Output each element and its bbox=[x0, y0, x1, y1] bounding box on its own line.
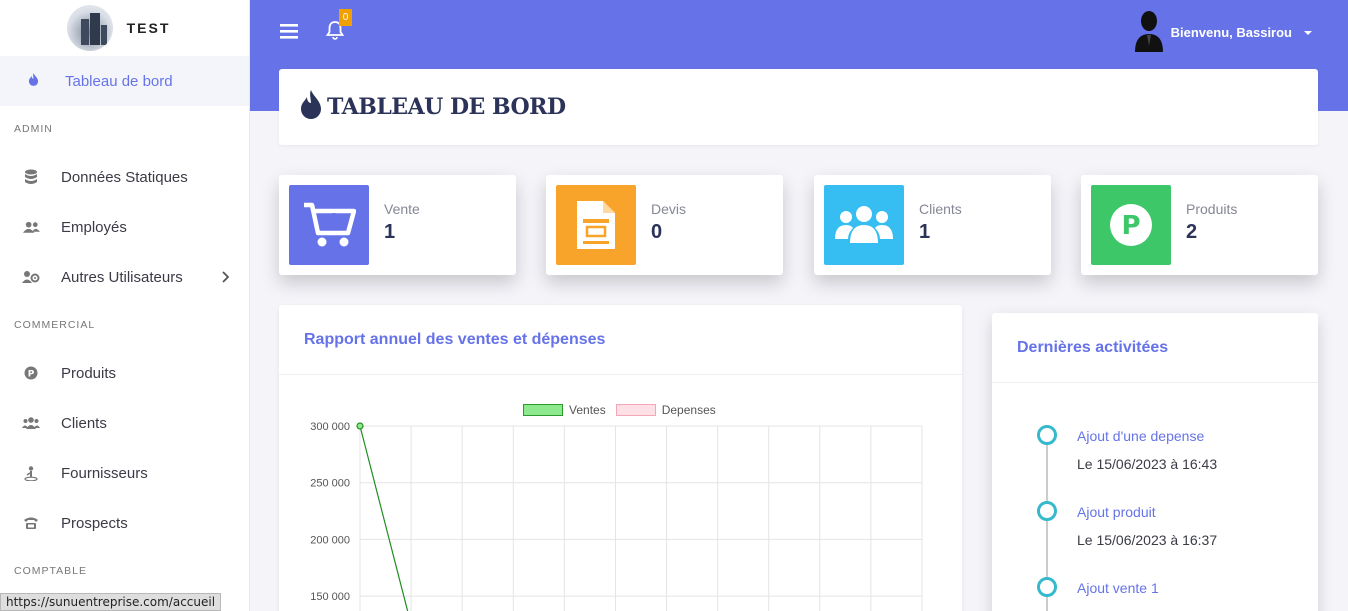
building-logo-icon bbox=[66, 5, 113, 51]
section-title-comptable: COMPTABLE bbox=[14, 565, 87, 577]
chart-title: Rapport annuel des ventes et dépenses bbox=[279, 305, 962, 375]
sidebar: TEST Tableau de bord ADMIN Données Stati… bbox=[0, 0, 250, 611]
timeline-dot-icon bbox=[1037, 425, 1057, 445]
y-tick-label: 300 000 bbox=[310, 421, 350, 433]
stat-value: 1 bbox=[919, 221, 931, 243]
stat-label: Vente bbox=[384, 201, 420, 217]
sidebar-item-label: Tableau de bord bbox=[65, 72, 173, 90]
stat-card-clients[interactable]: Clients 1 bbox=[814, 175, 1051, 275]
sidebar-item-label: Prospects bbox=[61, 514, 128, 532]
users-icon bbox=[22, 221, 40, 234]
users-cog-icon bbox=[22, 270, 40, 284]
sidebar-item-label: Fournisseurs bbox=[61, 464, 148, 482]
brand[interactable]: TEST bbox=[0, 0, 249, 56]
sidebar-item-prospects[interactable]: Prospects bbox=[0, 498, 249, 548]
cart-download-icon bbox=[289, 185, 369, 265]
sidebar-item-label: Autres Utilisateurs bbox=[61, 268, 183, 286]
stat-label: Devis bbox=[651, 201, 687, 217]
database-icon bbox=[22, 169, 40, 185]
status-bar-url: https://sunuentreprise.com/accueil bbox=[0, 593, 222, 611]
stat-label: Produits bbox=[1186, 201, 1238, 217]
activity-title[interactable]: Ajout produit bbox=[1077, 504, 1156, 520]
data-point-ventes bbox=[356, 422, 364, 430]
user-menu[interactable]: Bienvenu, Bassirou bbox=[1134, 10, 1312, 55]
timeline-dot-icon bbox=[1037, 577, 1057, 597]
sidebar-item-produits[interactable]: P Produits bbox=[0, 348, 249, 398]
stat-card-devis[interactable]: Devis 0 bbox=[546, 175, 783, 275]
stat-value: 2 bbox=[1186, 221, 1198, 243]
chevron-right-icon[interactable] bbox=[221, 270, 230, 287]
user-greeting: Bienvenu, Bassirou bbox=[1170, 25, 1292, 40]
users-group-icon bbox=[22, 416, 40, 430]
sidebar-item-tableau-de-bord[interactable]: Tableau de bord bbox=[0, 56, 249, 106]
product-p-icon: P bbox=[22, 366, 40, 380]
y-tick-label: 250 000 bbox=[310, 478, 350, 490]
users-group-icon bbox=[824, 185, 904, 265]
annual-report-chart-card: Rapport annuel des ventes et dépenses Ve… bbox=[279, 305, 962, 611]
section-title-commercial: COMMERCIAL bbox=[14, 319, 96, 331]
section-title-admin: ADMIN bbox=[14, 123, 53, 135]
series-line-ventes bbox=[359, 425, 409, 611]
sidebar-item-clients[interactable]: Clients bbox=[0, 398, 249, 448]
file-invoice-icon bbox=[556, 185, 636, 265]
page-title: TABLEAU DE BORD bbox=[327, 94, 566, 120]
activity-title[interactable]: Ajout vente 1 bbox=[1077, 580, 1159, 596]
stat-value: 0 bbox=[651, 221, 663, 243]
product-p-icon: P bbox=[1091, 185, 1171, 265]
stat-label: Clients bbox=[919, 201, 962, 217]
svg-text:P: P bbox=[1121, 211, 1140, 241]
sales-expenses-line-chart: 300 000 250 000 200 000 150 000 bbox=[310, 421, 923, 611]
brand-name: TEST bbox=[126, 20, 171, 36]
timeline-dot-icon bbox=[1037, 501, 1057, 521]
sidebar-item-label: Clients bbox=[61, 414, 107, 432]
sidebar-item-employes[interactable]: Employés bbox=[0, 202, 249, 252]
recent-activities-card: Dernières activitées Ajout d'une depense… bbox=[992, 313, 1318, 611]
sidebar-item-label: Produits bbox=[61, 364, 117, 382]
notification-badge: 0 bbox=[339, 9, 352, 26]
sidebar-item-label: Employés bbox=[61, 218, 127, 236]
stat-card-produits[interactable]: P Produits 2 bbox=[1081, 175, 1318, 275]
sidebar-item-fournisseurs[interactable]: Fournisseurs bbox=[0, 448, 249, 498]
person-booth-icon bbox=[22, 465, 40, 481]
page-title-card: TABLEAU DE BORD bbox=[279, 69, 1318, 145]
activity-title[interactable]: Ajout d'une depense bbox=[1077, 428, 1204, 444]
user-avatar-icon bbox=[1134, 10, 1163, 55]
svg-text:P: P bbox=[28, 370, 35, 380]
sidebar-item-donnees-statiques[interactable]: Données Statiques bbox=[0, 152, 249, 202]
activities-title: Dernières activitées bbox=[992, 313, 1318, 383]
hamburger-menu-icon[interactable] bbox=[280, 24, 298, 44]
stat-card-vente[interactable]: Vente 1 bbox=[279, 175, 516, 275]
activity-date: Le 15/06/2023 à 16:43 bbox=[1077, 456, 1218, 472]
fire-icon bbox=[299, 89, 323, 125]
phone-icon bbox=[22, 516, 40, 530]
y-tick-label: 200 000 bbox=[310, 534, 350, 546]
sidebar-item-autres-utilisateurs[interactable]: Autres Utilisateurs bbox=[0, 252, 249, 302]
y-tick-label: 150 000 bbox=[310, 591, 350, 603]
sidebar-item-label: Données Statiques bbox=[61, 168, 188, 186]
stat-value: 1 bbox=[384, 221, 396, 243]
caret-down-icon bbox=[1304, 30, 1312, 35]
fire-icon bbox=[28, 72, 40, 90]
activity-date: Le 15/06/2023 à 16:37 bbox=[1077, 532, 1218, 548]
